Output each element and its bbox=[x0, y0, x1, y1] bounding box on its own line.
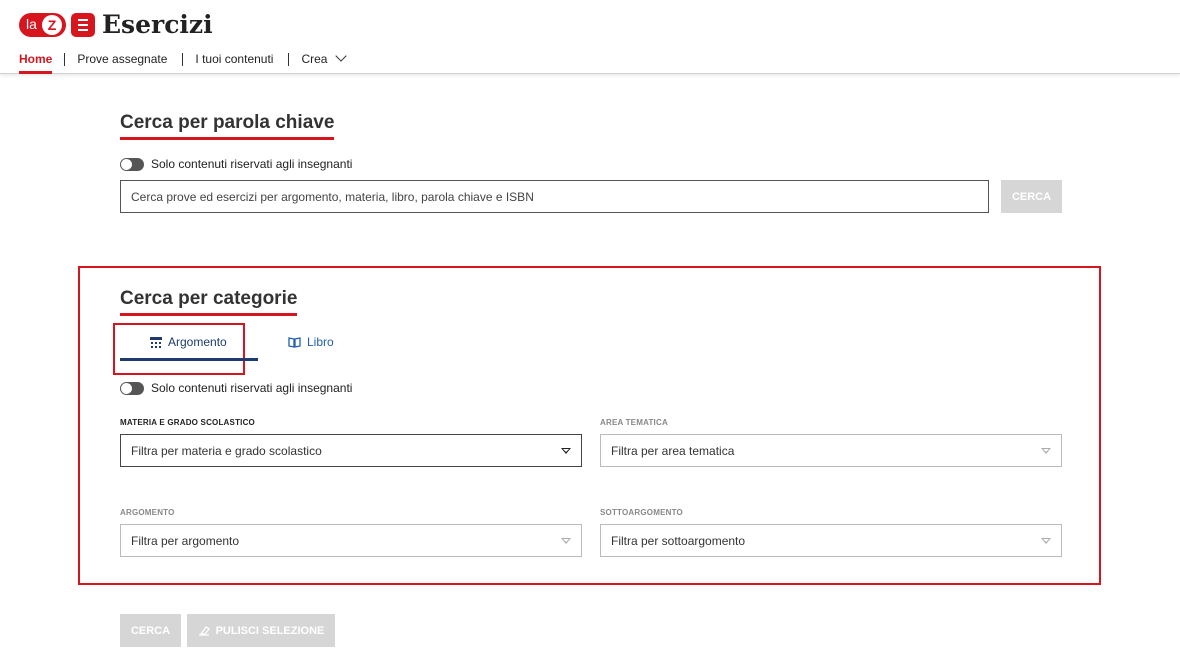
materia-select-placeholder: Filtra per materia e grado scolastico bbox=[131, 443, 322, 458]
caret-down-icon bbox=[561, 537, 571, 544]
sottoargomento-select-placeholder: Filtra per sottoargomento bbox=[611, 533, 746, 548]
logo-la-badge: la Z bbox=[19, 12, 66, 37]
keyword-search-button[interactable]: CERCA bbox=[1001, 180, 1062, 213]
nav-item-home[interactable]: Home bbox=[19, 52, 53, 74]
teacher-only-toggle-label: Solo contenuti riservati agli insegnanti bbox=[151, 157, 353, 171]
argomento-select-placeholder: Filtra per argomento bbox=[131, 533, 240, 548]
active-tab-indicator bbox=[120, 358, 258, 361]
tab-argomento-label: Argomento bbox=[168, 335, 227, 349]
argomento-select[interactable]: Filtra per argomento bbox=[120, 524, 582, 557]
category-teacher-only-toggle[interactable] bbox=[120, 381, 144, 395]
category-search-button[interactable]: CERCA bbox=[120, 614, 181, 647]
argomento-tab-highlight bbox=[113, 323, 245, 375]
hierarchy-icon bbox=[150, 336, 162, 348]
keyword-search-input[interactable] bbox=[120, 180, 989, 213]
title-underline bbox=[120, 137, 335, 140]
sottoargomento-label: SOTTOARGOMENTO bbox=[600, 508, 683, 517]
logo[interactable]: la Z Esercizi bbox=[19, 10, 213, 39]
clear-selection-label: PULISCI SELEZIONE bbox=[215, 624, 325, 637]
title-underline bbox=[120, 313, 298, 316]
nav-item-crea[interactable]: Crea bbox=[301, 50, 348, 66]
logo-la-text: la bbox=[26, 15, 37, 32]
clear-selection-button[interactable]: PULISCI SELEZIONE bbox=[187, 614, 335, 647]
nav-separator bbox=[182, 52, 184, 66]
chevron-down-icon bbox=[335, 50, 348, 62]
tab-libro[interactable]: Libro bbox=[288, 335, 334, 349]
teacher-only-toggle[interactable] bbox=[120, 157, 144, 171]
teacher-only-toggle-row[interactable]: Solo contenuti riservati agli insegnanti bbox=[120, 157, 352, 171]
tab-argomento[interactable]: Argomento bbox=[150, 335, 227, 349]
nav-separator bbox=[288, 52, 290, 66]
app-title: Esercizi bbox=[102, 10, 213, 39]
keyword-search-title: Cerca per parola chiave bbox=[120, 112, 335, 140]
category-teacher-only-toggle-row[interactable]: Solo contenuti riservati agli insegnanti bbox=[120, 381, 352, 395]
area-select[interactable]: Filtra per area tematica bbox=[600, 434, 1062, 467]
argomento-label: ARGOMENTO bbox=[120, 508, 175, 517]
area-select-placeholder: Filtra per area tematica bbox=[611, 443, 735, 458]
caret-down-icon bbox=[1041, 447, 1051, 454]
category-search-title-text: Cerca per categorie bbox=[120, 288, 298, 309]
category-teacher-only-toggle-label: Solo contenuti riservati agli insegnanti bbox=[151, 381, 353, 395]
materia-label: MATERIA E GRADO SCOLASTICO bbox=[120, 418, 255, 427]
logo-z-text: Z bbox=[42, 14, 62, 35]
keyword-search-title-text: Cerca per parola chiave bbox=[120, 112, 335, 133]
sottoargomento-select[interactable]: Filtra per sottoargomento bbox=[600, 524, 1062, 557]
logo-book-icon bbox=[71, 12, 95, 37]
area-label: AREA TEMATICA bbox=[600, 418, 668, 427]
eraser-icon bbox=[198, 626, 210, 636]
caret-down-icon bbox=[1041, 537, 1051, 544]
materia-select[interactable]: Filtra per materia e grado scolastico bbox=[120, 434, 582, 467]
nav-item-i-tuoi-contenuti[interactable]: I tuoi contenuti bbox=[195, 52, 273, 66]
caret-down-icon bbox=[561, 447, 571, 454]
tab-libro-label: Libro bbox=[307, 335, 334, 349]
main-nav: Home Prove assegnate I tuoi contenuti Cr… bbox=[19, 50, 348, 74]
nav-item-prove-assegnate[interactable]: Prove assegnate bbox=[77, 52, 167, 66]
app-header: la Z Esercizi Home Prove assegnate I tuo… bbox=[0, 0, 1180, 74]
nav-separator bbox=[64, 52, 66, 66]
nav-item-crea-label: Crea bbox=[301, 52, 328, 66]
category-search-title: Cerca per categorie bbox=[120, 288, 298, 316]
book-icon bbox=[288, 336, 301, 348]
